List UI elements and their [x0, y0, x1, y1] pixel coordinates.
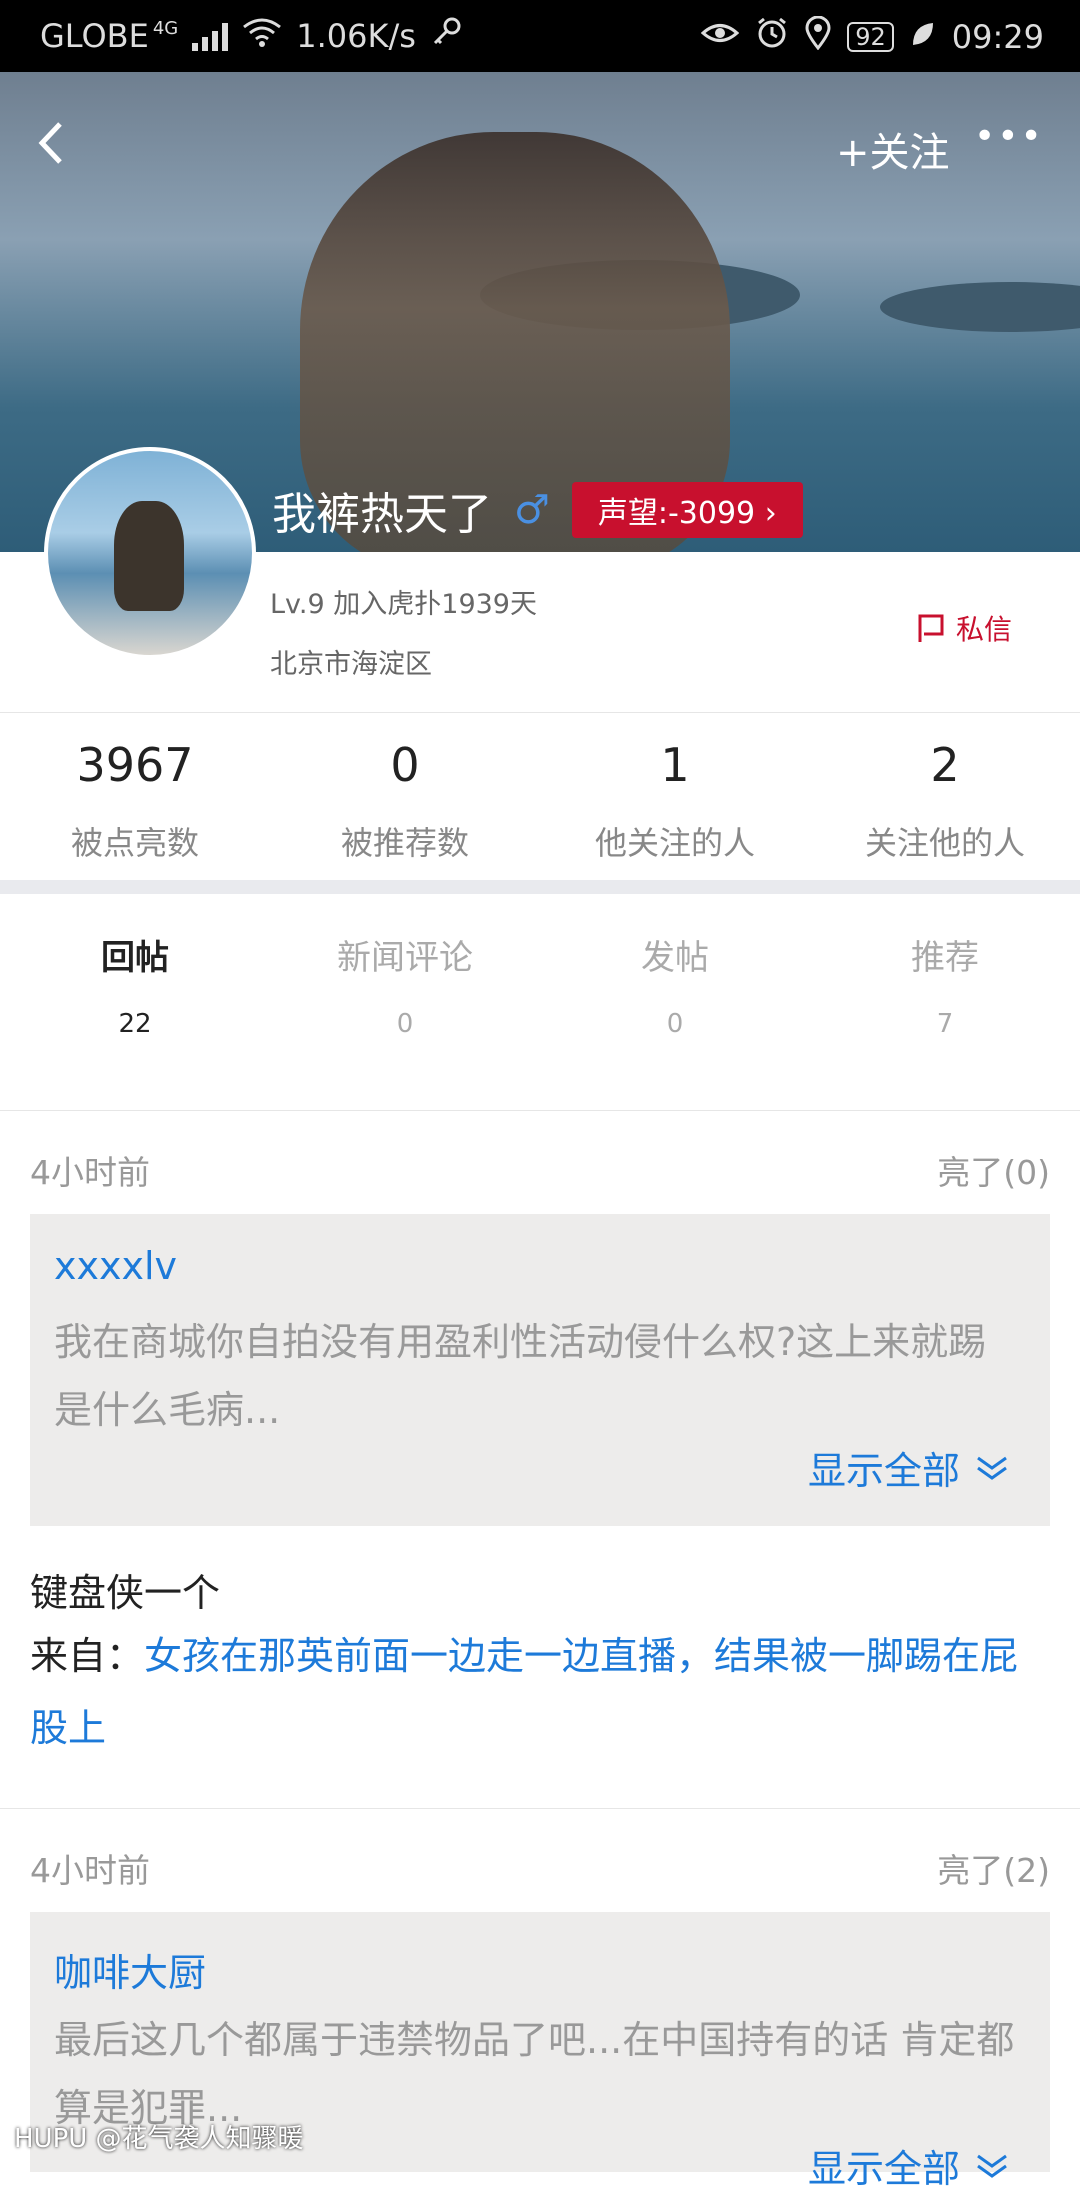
show-all-label: 显示全部: [807, 1449, 960, 1493]
show-all-button[interactable]: 显示全部: [808, 2138, 1010, 2193]
stat-label: 被点亮数: [70, 824, 199, 862]
stat-number: 1: [660, 738, 690, 792]
section-separator: [0, 880, 1080, 894]
stat-label: 被推荐数: [340, 824, 469, 862]
quoted-post[interactable]: xxxxlv 我在商城你自拍没有用盈利性活动侵什么权?这上来就踢是什么毛病...…: [30, 1214, 1050, 1526]
back-button[interactable]: [36, 120, 66, 170]
back-arrow-icon: [38, 122, 62, 164]
tab-count: 7: [936, 1009, 954, 1039]
private-message-label: 私信: [955, 613, 1012, 646]
light-up-button[interactable]: 亮了(0): [937, 1146, 1050, 1194]
stat-following[interactable]: 1 他关注的人: [540, 738, 810, 864]
double-chevron-down-icon: [977, 2154, 1007, 2178]
message-flag-icon: [918, 614, 944, 642]
stat-number: 3967: [76, 738, 194, 792]
source-thread-link[interactable]: 女孩在那英前面一边走一边直播，结果被一脚踢在屁股上: [30, 1634, 1018, 1750]
stat-recommended[interactable]: 0 被推荐数: [270, 738, 540, 864]
username: 我裤热天了: [272, 489, 492, 540]
post-time: 4小时前: [30, 1851, 150, 1890]
tab-label: 新闻评论: [337, 938, 473, 978]
quote-text: 我在商城你自拍没有用盈利性活动侵什么权?这上来就踢是什么毛病...: [54, 1320, 987, 1432]
quote-author[interactable]: 咖啡大厨: [54, 1942, 206, 1997]
status-right: 92 09:29: [700, 15, 1044, 58]
tab-label: 推荐: [911, 938, 979, 978]
source-line: 来自：女孩在那英前面一边走一边直播，结果被一脚踢在屁股上: [30, 1620, 1050, 1764]
light-up-button[interactable]: 亮了(2): [937, 1844, 1050, 1892]
tab-label: 回帖: [101, 938, 169, 978]
stat-number: 0: [390, 738, 420, 792]
reputation-badge[interactable]: 声望:-3099 ›: [571, 482, 803, 538]
double-chevron-down-icon: [977, 1456, 1007, 1480]
alarm-icon: [755, 16, 789, 58]
network-label: 4G: [152, 17, 179, 39]
tab-news-comments[interactable]: 新闻评论 0: [270, 930, 540, 1039]
stat-number: 2: [930, 738, 960, 792]
tab-count: 0: [666, 1009, 684, 1039]
chevron-right-icon: ›: [764, 496, 777, 531]
watermark: HUPU @花气袭人知骤暖: [14, 2124, 304, 2154]
carrier-label: GLOBE: [40, 17, 149, 55]
profile-name-row: 我裤热天了 ♂ 声望:-3099 ›: [272, 478, 803, 542]
show-all-label: 显示全部: [807, 2147, 960, 2191]
tab-recommend[interactable]: 推荐 7: [810, 930, 1080, 1039]
follow-button[interactable]: +关注: [836, 120, 950, 178]
divider: [0, 1808, 1080, 1809]
post-time: 4小时前: [30, 1153, 150, 1192]
leaf-icon: [910, 18, 936, 56]
avatar[interactable]: [44, 447, 256, 659]
net-speed: 1.06K/s: [296, 17, 416, 55]
eye-icon: [700, 18, 740, 56]
tab-count: 0: [396, 1009, 414, 1039]
quote-author[interactable]: xxxxlv: [54, 1244, 177, 1288]
divider: [0, 1110, 1080, 1111]
signal-icon: [192, 21, 229, 51]
battery-icon: 92: [847, 22, 894, 52]
stat-liked[interactable]: 3967 被点亮数: [0, 738, 270, 864]
status-left: GLOBE 4G 1.06K/s: [40, 16, 462, 56]
male-icon: ♂: [514, 487, 550, 533]
source-prefix: 来自：: [30, 1634, 145, 1678]
stat-followers[interactable]: 2 关注他的人: [810, 738, 1080, 864]
private-message-button[interactable]: 私信: [916, 608, 1012, 648]
show-all-button[interactable]: 显示全部: [808, 1440, 1010, 1495]
key-icon: [430, 16, 462, 56]
tab-label: 发帖: [641, 938, 709, 978]
level-join-info: Lv.9 加入虎扑1939天: [270, 589, 537, 620]
avatar-figure: [114, 501, 184, 611]
reply-text: 键盘侠一个: [30, 1571, 221, 1615]
reputation-label: 声望:-3099: [597, 496, 756, 531]
wifi-icon: [242, 17, 282, 55]
more-options-button[interactable]: •••: [974, 116, 1044, 157]
cover-island: [880, 282, 1080, 332]
stat-label: 他关注的人: [594, 824, 755, 862]
clock-time: 09:29: [951, 18, 1044, 56]
divider: [0, 712, 1080, 713]
tab-count: 22: [118, 1009, 152, 1039]
location-text: 北京市海淀区: [270, 649, 432, 680]
tab-replies[interactable]: 回帖 22: [0, 930, 270, 1039]
location-icon: [805, 15, 831, 58]
status-bar: GLOBE 4G 1.06K/s 92 09:29: [0, 0, 1080, 72]
stat-label: 关注他的人: [864, 824, 1025, 862]
tab-posts[interactable]: 发帖 0: [540, 930, 810, 1039]
